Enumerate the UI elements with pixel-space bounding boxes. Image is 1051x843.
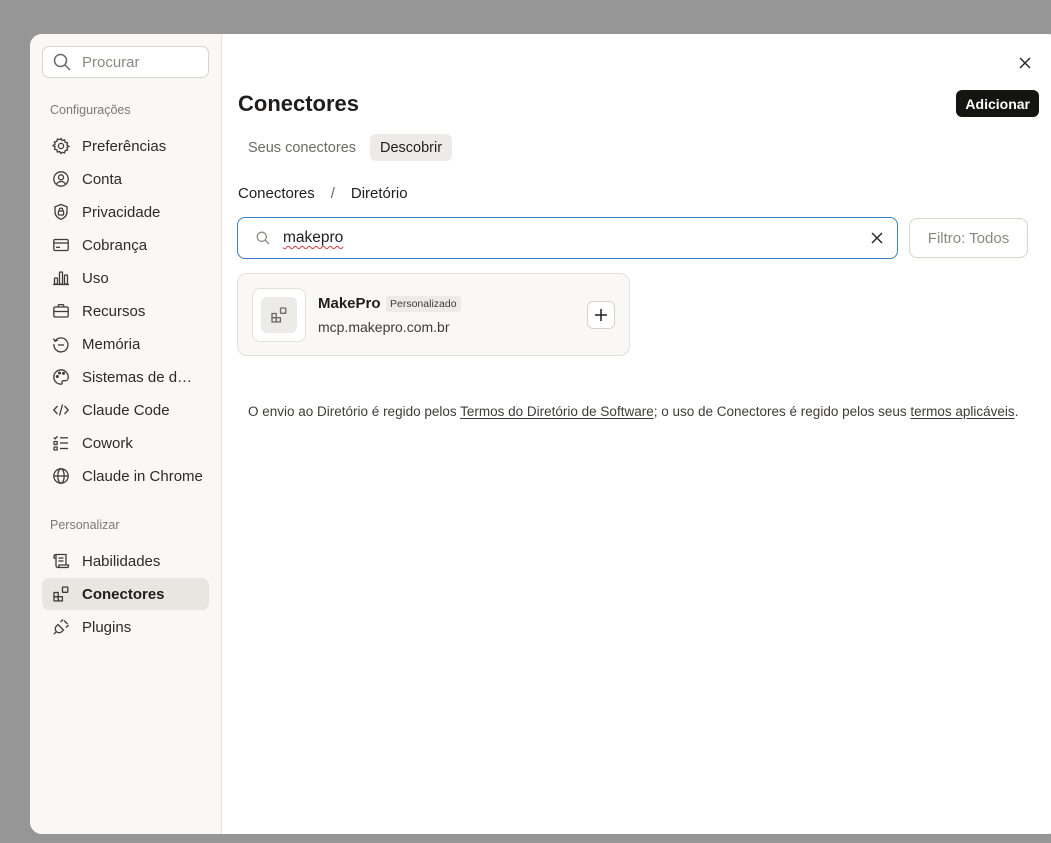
sidebar-item-privacy[interactable]: Privacidade [42, 196, 209, 228]
sidebar-search[interactable] [42, 46, 209, 78]
scroll-icon [52, 552, 70, 570]
sidebar-item-label: Sistemas de design [82, 368, 200, 386]
sidebar-item-label: Memória [82, 335, 141, 353]
main-panel: Conectores Adicionar Seus conectores Des… [222, 34, 1051, 834]
tab-discover[interactable]: Descobrir [370, 134, 453, 161]
close-button[interactable] [1016, 54, 1034, 72]
checklist-icon [52, 434, 70, 452]
sidebar-item-claude-in-chrome[interactable]: Claude in Chrome [42, 460, 209, 492]
search-icon [255, 230, 271, 246]
connector-badge: Personalizado [386, 296, 461, 312]
plus-icon [593, 307, 609, 323]
sidebar: Configurações Preferências Conta Privaci… [30, 34, 222, 834]
add-connector-button[interactable] [587, 301, 615, 329]
connector-search-field[interactable]: makepro [237, 217, 898, 259]
footnote-text: ; o uso de Conectores é regido pelos seu… [653, 404, 911, 419]
sidebar-item-resources[interactable]: Recursos [42, 295, 209, 327]
breadcrumb: Conectores / Diretório [238, 185, 408, 202]
applicable-terms-link[interactable]: termos aplicáveis [910, 404, 1014, 419]
add-button[interactable]: Adicionar [956, 90, 1039, 117]
sidebar-item-label: Preferências [82, 137, 167, 155]
sidebar-item-label: Uso [82, 269, 109, 287]
shield-lock-icon [52, 203, 70, 221]
breadcrumb-root[interactable]: Conectores [238, 185, 315, 202]
memory-icon [52, 335, 70, 353]
credit-card-icon [52, 236, 70, 254]
sidebar-item-cowork[interactable]: Cowork [42, 427, 209, 459]
bar-chart-icon [52, 269, 70, 287]
directory-footnote: O envio ao Diretório é regido pelos Term… [248, 404, 1018, 419]
settings-modal: Configurações Preferências Conta Privaci… [30, 34, 1051, 834]
sidebar-item-label: Conta [82, 170, 123, 188]
section-label-customize: Personalizar [50, 518, 120, 532]
sidebar-item-label: Claude in Chrome [82, 467, 203, 485]
tabs: Seus conectores Descobrir [238, 134, 453, 161]
sidebar-item-design-systems[interactable]: Sistemas de design [42, 361, 209, 393]
sidebar-search-input[interactable] [82, 53, 202, 71]
sidebar-item-claude-code[interactable]: Claude Code [42, 394, 209, 426]
directory-terms-link[interactable]: Termos do Diretório de Software [460, 404, 654, 419]
sidebar-item-skills[interactable]: Habilidades [42, 545, 209, 577]
sidebar-item-memory[interactable]: Memória [42, 328, 209, 360]
connector-url: mcp.makepro.com.br [318, 319, 450, 335]
clear-search-icon[interactable] [869, 230, 885, 246]
sidebar-item-preferences[interactable]: Preferências [42, 130, 209, 162]
breadcrumb-separator: / [330, 185, 335, 202]
filter-dropdown[interactable]: Filtro: Todos [909, 218, 1028, 258]
gear-icon [52, 137, 70, 155]
connectors-icon [270, 306, 288, 324]
palette-icon [52, 368, 70, 386]
code-icon [52, 401, 70, 419]
sidebar-item-label: Recursos [82, 302, 146, 320]
breadcrumb-current: Diretório [350, 185, 408, 202]
search-icon [52, 52, 72, 72]
sidebar-item-label: Cobrança [82, 236, 148, 254]
connectors-icon [52, 585, 70, 603]
sidebar-item-label: Privacidade [82, 203, 161, 221]
sidebar-item-label: Conectores [82, 585, 165, 603]
sidebar-item-connectors[interactable]: Conectores [42, 578, 209, 610]
globe-icon [52, 467, 70, 485]
footnote-text: O envio ao Diretório é regido pelos [248, 404, 461, 419]
sidebar-item-label: Claude Code [82, 401, 170, 419]
close-icon [1016, 54, 1034, 72]
page-title: Conectores [238, 91, 360, 116]
sidebar-item-label: Plugins [82, 618, 132, 636]
sidebar-item-account[interactable]: Conta [42, 163, 209, 195]
tab-your-connectors[interactable]: Seus conectores [238, 134, 366, 161]
section-label-settings: Configurações [50, 103, 131, 117]
sidebar-item-plugins[interactable]: Plugins [42, 611, 209, 643]
sidebar-item-label: Cowork [82, 434, 133, 452]
sidebar-item-billing[interactable]: Cobrança [42, 229, 209, 261]
connector-card[interactable]: MakePro Personalizado mcp.makepro.com.br [237, 273, 630, 356]
plug-icon [52, 618, 70, 636]
connector-name: MakePro [318, 295, 381, 312]
briefcase-icon [52, 302, 70, 320]
footnote-text: . [1014, 404, 1019, 419]
sidebar-item-label: Habilidades [82, 552, 161, 570]
connector-search-input[interactable]: makepro [283, 229, 869, 247]
connector-logo [252, 288, 306, 342]
user-circle-icon [52, 170, 70, 188]
sidebar-item-usage[interactable]: Uso [42, 262, 209, 294]
